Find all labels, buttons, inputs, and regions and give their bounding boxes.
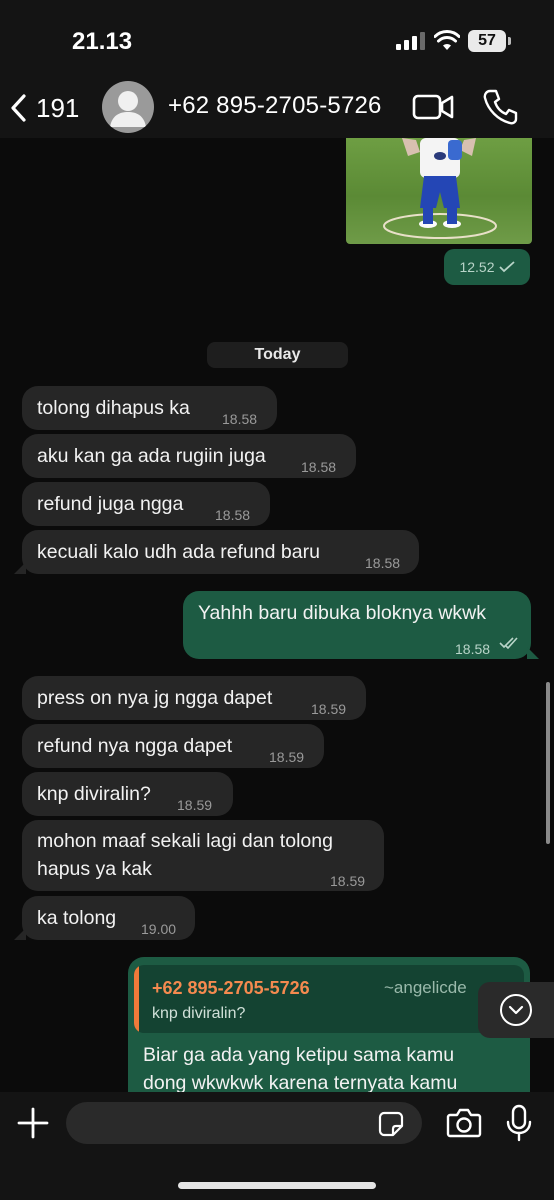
incoming-message[interactable]: knp diviralin? 18.59 [22,772,233,816]
cellular-signal-icon [396,32,425,50]
incoming-message[interactable]: tolong dihapus ka 18.58 [22,386,277,430]
incoming-message[interactable]: kecuali kalo udh ada refund baru 18.58 [14,530,419,574]
message-text: ka tolong [37,907,117,929]
quote-accent-bar [134,965,139,1033]
video-call-icon[interactable] [412,90,454,124]
quoted-sender: +62 895-2705-5726 [152,978,310,998]
chevron-down-icon [508,1005,524,1015]
image-message[interactable] [346,138,532,244]
message-time: 18.59 [330,873,366,889]
message-time: 18.59 [177,797,213,813]
phone-icon[interactable] [482,88,518,126]
incoming-message[interactable]: refund juga ngga 18.58 [22,482,270,526]
incoming-message[interactable]: refund nya ngga dapet 18.59 [22,724,324,768]
date-separator: Today [207,342,348,368]
shared-image [383,138,497,239]
avatar[interactable] [102,81,154,133]
message-time: 18.58 [215,507,251,523]
avatar-icon [110,91,146,127]
message-text: Yahhh baru dibuka bloknya wkwk [198,602,486,624]
message-text: knp diviralin? [37,783,151,805]
sticker-icon[interactable] [378,1111,404,1137]
message-text: press on nya jg ngga dapet [37,687,273,709]
image-message-time: 12.52 [444,249,530,285]
microphone-icon[interactable] [506,1104,532,1142]
message-input[interactable] [66,1102,422,1144]
incoming-message[interactable]: mohon maaf sekali lagi dan tolong hapus … [22,820,384,891]
message-text: kecuali kalo udh ada refund baru [37,541,320,563]
plus-icon[interactable] [16,1106,50,1140]
read-receipt-icon [498,261,515,273]
chat-area[interactable]: 12.52 Today tolong dihapus ka 18.58 aku … [0,138,554,1092]
message-time: 18.58 [301,459,337,475]
message-text-line: Biar ga ada yang ketipu sama kamu [143,1044,455,1066]
wifi-icon [434,30,460,50]
message-text-line: dong wkwkwk karena ternyata kamu [143,1072,458,1092]
message-text: tolong dihapus ka [37,397,190,419]
message-time: 18.58 [365,555,401,571]
incoming-message[interactable]: ka tolong 19.00 [14,896,195,940]
contact-name[interactable]: +62 895-2705-5726 [168,92,382,120]
message-text: refund juga ngga [37,493,184,515]
message-time: 19.00 [141,921,177,937]
back-chevron-icon [11,94,26,122]
back-button[interactable]: 191 [8,86,88,130]
scroll-to-bottom-button[interactable] [478,982,554,1038]
message-time: 18.58 [455,641,491,657]
message-time: 12.52 [459,259,495,275]
read-receipt-icon [499,637,518,649]
message-text: Biar ga ada yang ketipu sama kamu dong w… [143,1041,523,1092]
message-time: 18.58 [222,411,258,427]
battery-indicator: 57 [468,30,511,52]
quoted-message[interactable]: +62 895-2705-5726 ~angelicde knp diviral… [134,965,524,1033]
input-bar [0,1092,554,1200]
camera-icon[interactable] [446,1108,482,1138]
quoted-text: knp diviralin? [152,1005,246,1022]
unread-count: 191 [36,92,80,123]
chat-header: 191 +62 895-2705-5726 [0,80,554,138]
status-time: 21.13 [72,28,133,55]
message-time: 18.59 [269,749,305,765]
message-time: 18.59 [311,701,347,717]
status-bar: 21.13 57 [0,0,554,80]
quoted-alias: ~angelicde [384,978,467,997]
message-text: hapus ya kak [37,858,152,880]
home-indicator [178,1182,376,1189]
incoming-message[interactable]: press on nya jg ngga dapet 18.59 [22,676,366,720]
outgoing-message[interactable]: Yahhh baru dibuka bloknya wkwk 18.58 [183,591,539,659]
message-text: refund nya ngga dapet [37,735,233,757]
scrollbar[interactable] [546,682,550,844]
incoming-message[interactable]: aku kan ga ada rugiin juga 18.58 [22,434,356,478]
message-text: mohon maaf sekali lagi dan tolong [37,830,333,852]
message-text: aku kan ga ada rugiin juga [37,445,266,467]
outgoing-reply-message[interactable]: +62 895-2705-5726 ~angelicde knp diviral… [128,957,530,1092]
